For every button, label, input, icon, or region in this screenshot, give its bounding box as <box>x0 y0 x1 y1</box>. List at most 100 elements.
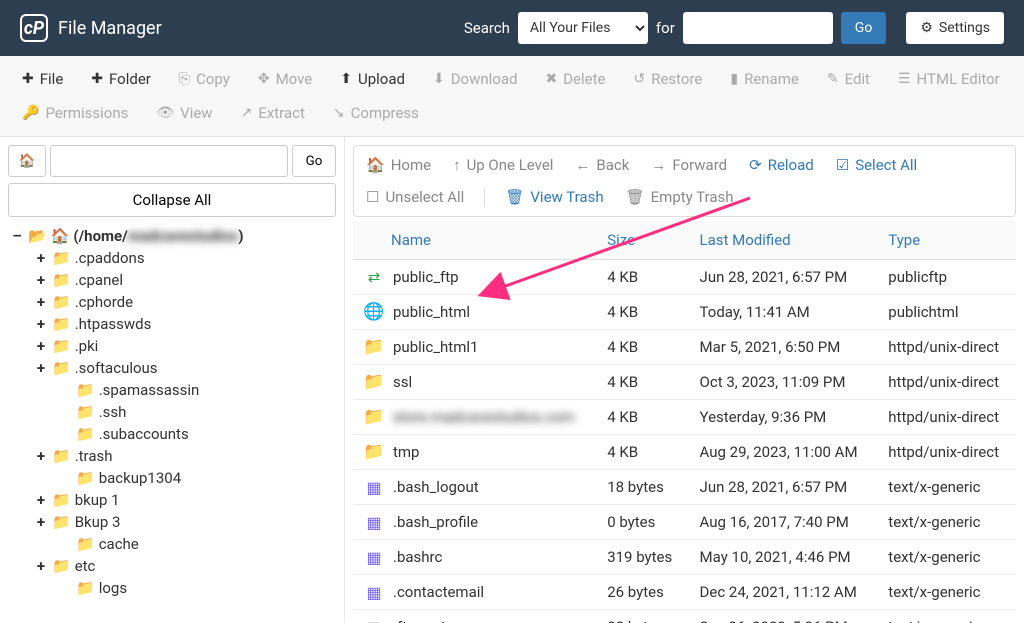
sidebar-home-button[interactable]: 🏠 <box>8 145 46 177</box>
separator <box>484 187 485 207</box>
nav-select-all-button[interactable]: ☑Select All <box>834 152 919 178</box>
tree-item-label: Bkup 3 <box>75 513 121 531</box>
tree-item[interactable]: +📁.spamassassin <box>8 379 336 401</box>
col-type[interactable]: Type <box>876 221 1016 260</box>
table-row[interactable]: ▦.bashrc319 bytesMay 10, 2021, 4:46 PMte… <box>353 540 1016 575</box>
tree-item[interactable]: +📁.cphorde <box>8 291 336 313</box>
nav-home-button[interactable]: 🏠Home <box>364 152 433 178</box>
tree-item[interactable]: +📁.ssh <box>8 401 336 423</box>
file-type: text/x-generic <box>876 575 1016 610</box>
file-modified: Jun 28, 2021, 6:57 PM <box>688 260 877 295</box>
tree-item[interactable]: +📁.cpanel <box>8 269 336 291</box>
file-modified: May 10, 2021, 4:46 PM <box>688 540 877 575</box>
expand-toggle-icon[interactable]: + <box>34 557 48 575</box>
expand-toggle-icon[interactable]: + <box>34 249 48 267</box>
expand-toggle-icon: + <box>58 535 72 553</box>
trash-icon: 🗑 <box>626 188 645 206</box>
expand-toggle-icon[interactable]: + <box>34 447 48 465</box>
col-size[interactable]: Size <box>595 221 687 260</box>
folder-button[interactable]: ✚Folder <box>79 64 163 94</box>
tree-root[interactable]: – 📂 🏠 (/home/madcavestudios) <box>8 225 336 247</box>
table-row[interactable]: ▦.bash_logout18 bytesJun 28, 2021, 6:57 … <box>353 470 1016 505</box>
view-button[interactable]: 👁View <box>144 98 224 128</box>
collapse-all-button[interactable]: Collapse All <box>8 183 336 217</box>
sidebar-go-button[interactable]: Go <box>292 145 336 177</box>
expand-toggle-icon[interactable]: + <box>34 359 48 377</box>
folder-icon: 📁 <box>76 425 95 443</box>
file-name: public_html <box>393 303 470 321</box>
edit-button[interactable]: ✎Edit <box>815 64 882 94</box>
file-type: publichtml <box>876 295 1016 330</box>
file-button[interactable]: ✚File <box>10 64 75 94</box>
tree-item[interactable]: +📁bkup 1 <box>8 489 336 511</box>
file-name: .bashrc <box>393 548 442 566</box>
expand-toggle-icon[interactable]: + <box>34 271 48 289</box>
nav-empty-trash-button[interactable]: 🗑Empty Trash <box>624 184 736 210</box>
collapse-toggle-icon[interactable]: – <box>10 227 24 245</box>
nav-forward-button[interactable]: →Forward <box>649 152 729 178</box>
tree-item[interactable]: +📁.cpaddons <box>8 247 336 269</box>
download-icon: ⬇ <box>433 71 445 87</box>
expand-toggle-icon[interactable]: + <box>34 491 48 509</box>
doc-icon: ▦ <box>365 513 383 531</box>
globe-icon: 🌐 <box>365 303 383 321</box>
html-editor-button[interactable]: ☰HTML Editor <box>886 64 1012 94</box>
table-row[interactable]: 📁tmp4 KBAug 29, 2023, 11:00 AMhttpd/unix… <box>353 435 1016 470</box>
col-modified[interactable]: Last Modified <box>688 221 877 260</box>
tree-item[interactable]: +📁.softaculous <box>8 357 336 379</box>
table-row[interactable]: ▦.ftpquota20 bytesSep 26, 2023, 5:06 PMt… <box>353 610 1016 623</box>
table-row[interactable]: ▦.contactemail26 bytesDec 24, 2021, 11:1… <box>353 575 1016 610</box>
expand-toggle-icon[interactable]: + <box>34 293 48 311</box>
rename-button[interactable]: ▮Rename <box>718 64 810 94</box>
col-name[interactable]: Name <box>353 221 595 260</box>
compress-button[interactable]: ↘Compress <box>321 98 431 128</box>
copy-button[interactable]: ⎘Copy <box>167 64 242 94</box>
upload-button[interactable]: ⬆Upload <box>328 64 417 94</box>
file-modified: Aug 29, 2023, 11:00 AM <box>688 435 877 470</box>
table-row[interactable]: 📁store.madcavestudios.com4 KBYesterday, … <box>353 400 1016 435</box>
move-button[interactable]: ✥Move <box>246 64 324 94</box>
nav-view-trash-button[interactable]: 🗑View Trash <box>503 184 605 210</box>
table-row[interactable]: ⇄public_ftp4 KBJun 28, 2021, 6:57 PMpubl… <box>353 260 1016 295</box>
download-button[interactable]: ⬇Download <box>421 64 530 94</box>
tree-item[interactable]: +📁backup1304 <box>8 467 336 489</box>
nav-back-button[interactable]: ←Back <box>573 152 631 178</box>
search-go-button[interactable]: Go <box>841 12 887 44</box>
check-icon: ☑ <box>836 156 849 174</box>
delete-button[interactable]: ✖Delete <box>533 64 617 94</box>
tree-item[interactable]: +📁Bkup 3 <box>8 511 336 533</box>
tree-item[interactable]: +📁.htpasswds <box>8 313 336 335</box>
search-input[interactable] <box>683 12 833 44</box>
table-row[interactable]: 🌐public_html4 KBToday, 11:41 AMpublichtm… <box>353 295 1016 330</box>
tree-item[interactable]: +📁.pki <box>8 335 336 357</box>
table-row[interactable]: ▦.bash_profile0 bytesAug 16, 2017, 7:40 … <box>353 505 1016 540</box>
folder-icon: 📁 <box>52 447 71 465</box>
file-modified: Sep 26, 2023, 5:06 PM <box>688 610 877 623</box>
expand-toggle-icon[interactable]: + <box>34 513 48 531</box>
tree-item[interactable]: +📁.trash <box>8 445 336 467</box>
nav-reload-button[interactable]: ⟳Reload <box>747 152 816 178</box>
file-type: publicftp <box>876 260 1016 295</box>
permissions-button[interactable]: 🔑Permissions <box>10 98 140 128</box>
table-row[interactable]: 📁ssl4 KBOct 3, 2023, 11:09 PMhttpd/unix-… <box>353 365 1016 400</box>
tree-item[interactable]: +📁logs <box>8 577 336 599</box>
restore-button[interactable]: ↺Restore <box>621 64 714 94</box>
for-label: for <box>656 19 675 37</box>
search-scope-select[interactable]: All Your Files <box>518 12 648 44</box>
settings-button[interactable]: ⚙ Settings <box>906 12 1004 44</box>
expand-toggle-icon[interactable]: + <box>34 315 48 333</box>
tree-item[interactable]: +📁cache <box>8 533 336 555</box>
left-arrow-icon: ← <box>575 156 590 174</box>
plus-icon: ✚ <box>22 71 34 87</box>
sidebar-path-input[interactable] <box>50 145 288 177</box>
nav-unselect-all-button[interactable]: ☐Unselect All <box>364 184 466 210</box>
expand-toggle-icon: + <box>58 381 72 399</box>
tree-item[interactable]: +📁.subaccounts <box>8 423 336 445</box>
content-area: 🏠Home ↑Up One Level ←Back →Forward ⟳Relo… <box>345 137 1024 623</box>
expand-toggle-icon[interactable]: + <box>34 337 48 355</box>
nav-up-button[interactable]: ↑Up One Level <box>451 152 555 178</box>
table-row[interactable]: 📁public_html14 KBMar 5, 2021, 6:50 PMhtt… <box>353 330 1016 365</box>
extract-button[interactable]: ↗Extract <box>229 98 317 128</box>
tree-item[interactable]: +📁etc <box>8 555 336 577</box>
file-name: public_html1 <box>393 338 478 356</box>
